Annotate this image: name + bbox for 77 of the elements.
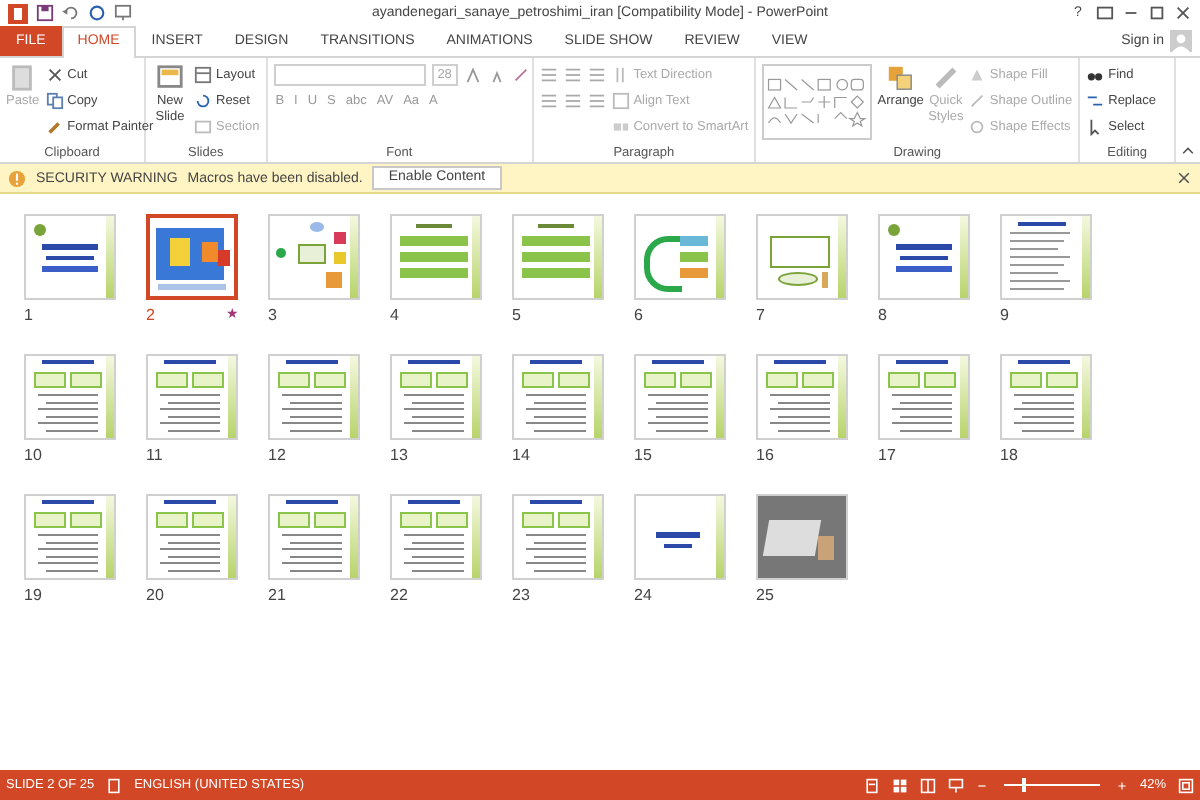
photo-placeholder[interactable] — [756, 494, 848, 580]
font-name-field[interactable] — [273, 64, 426, 86]
slide-number: 24 — [634, 586, 652, 606]
notes-view-icon — [863, 777, 880, 793]
slide-number: 16 — [756, 446, 774, 466]
slide-number: 11 — [146, 446, 163, 466]
slide-number: 15 — [634, 446, 652, 466]
arrange-icon — [886, 64, 915, 92]
slide-number: 23 — [512, 586, 530, 606]
slide-number: 25 — [756, 586, 774, 606]
slide-number: 6 — [634, 306, 643, 326]
zoom-slider-thumb[interactable] — [1021, 778, 1026, 792]
slideshow-icon — [947, 777, 964, 793]
slide-number: 12 — [268, 446, 286, 466]
section-icon — [194, 118, 212, 136]
shape-effects-icon — [967, 118, 986, 136]
text-direction-icon — [611, 66, 630, 84]
indent-icon — [587, 66, 606, 84]
shape-outline-icon — [967, 92, 986, 110]
shrink-font-icon — [487, 66, 506, 84]
slide-number: 1 — [24, 306, 33, 326]
slide-icon — [156, 64, 184, 92]
slide-number: 7 — [756, 306, 765, 326]
save-icon — [36, 4, 54, 22]
slide-number: 2 — [146, 306, 155, 326]
close-icon — [1176, 170, 1192, 186]
slide-number: 19 — [24, 586, 42, 606]
maximize-icon — [1148, 4, 1166, 22]
align-icon — [539, 92, 558, 110]
layout-icon — [194, 66, 212, 84]
slide-thumbnail[interactable] — [146, 214, 238, 300]
brush-icon — [931, 64, 960, 92]
slide-number: 9 — [1000, 306, 1009, 326]
slide-number: 4 — [390, 306, 399, 326]
clipboard-icon — [8, 64, 37, 92]
avatar-icon — [1170, 30, 1192, 52]
collapse-ribbon-icon — [1180, 142, 1196, 158]
zoom-out-icon — [975, 779, 988, 791]
slide-number: 20 — [146, 586, 164, 606]
restore-icon — [1096, 4, 1114, 22]
copy-icon — [45, 92, 64, 110]
bullets-icon — [539, 66, 558, 84]
warning-icon — [8, 169, 26, 187]
fit-to-window-icon — [1178, 777, 1194, 793]
slide-number: 13 — [390, 446, 408, 466]
redo-icon — [88, 4, 106, 22]
reading-view-icon — [919, 777, 936, 793]
sorter-view-icon — [891, 777, 908, 793]
grow-font-icon — [463, 66, 482, 84]
convert-to-smartart-icon — [611, 118, 630, 136]
clear-format-icon — [511, 66, 530, 84]
center-icon — [563, 92, 582, 110]
slide-number: 5 — [512, 306, 521, 326]
app-logo-icon — [8, 3, 28, 23]
slide-number: 14 — [512, 446, 530, 466]
slide-number: 18 — [1000, 446, 1018, 466]
undo-icon — [62, 4, 80, 22]
close-icon — [1174, 4, 1192, 22]
replace-icon — [1086, 92, 1105, 110]
slide-number: 8 — [878, 306, 887, 326]
shapes-gallery[interactable] — [762, 64, 872, 140]
presentation-icon — [114, 4, 132, 22]
slide-number: 17 — [878, 446, 896, 466]
slide-number: 10 — [24, 446, 42, 466]
notes-icon — [106, 777, 123, 793]
align-text-icon — [611, 92, 630, 110]
reset-icon — [194, 92, 212, 110]
numbering-icon — [563, 66, 582, 84]
format-painter-icon — [45, 118, 64, 136]
zoom-in-icon — [1115, 779, 1128, 791]
justify-icon — [587, 92, 606, 110]
slide-number: 21 — [268, 586, 286, 606]
slide-number: 3 — [268, 306, 277, 326]
shape-fill-icon — [967, 66, 986, 84]
cut-icon — [45, 66, 64, 84]
select-icon — [1086, 118, 1105, 136]
slide-number: 22 — [390, 586, 408, 606]
